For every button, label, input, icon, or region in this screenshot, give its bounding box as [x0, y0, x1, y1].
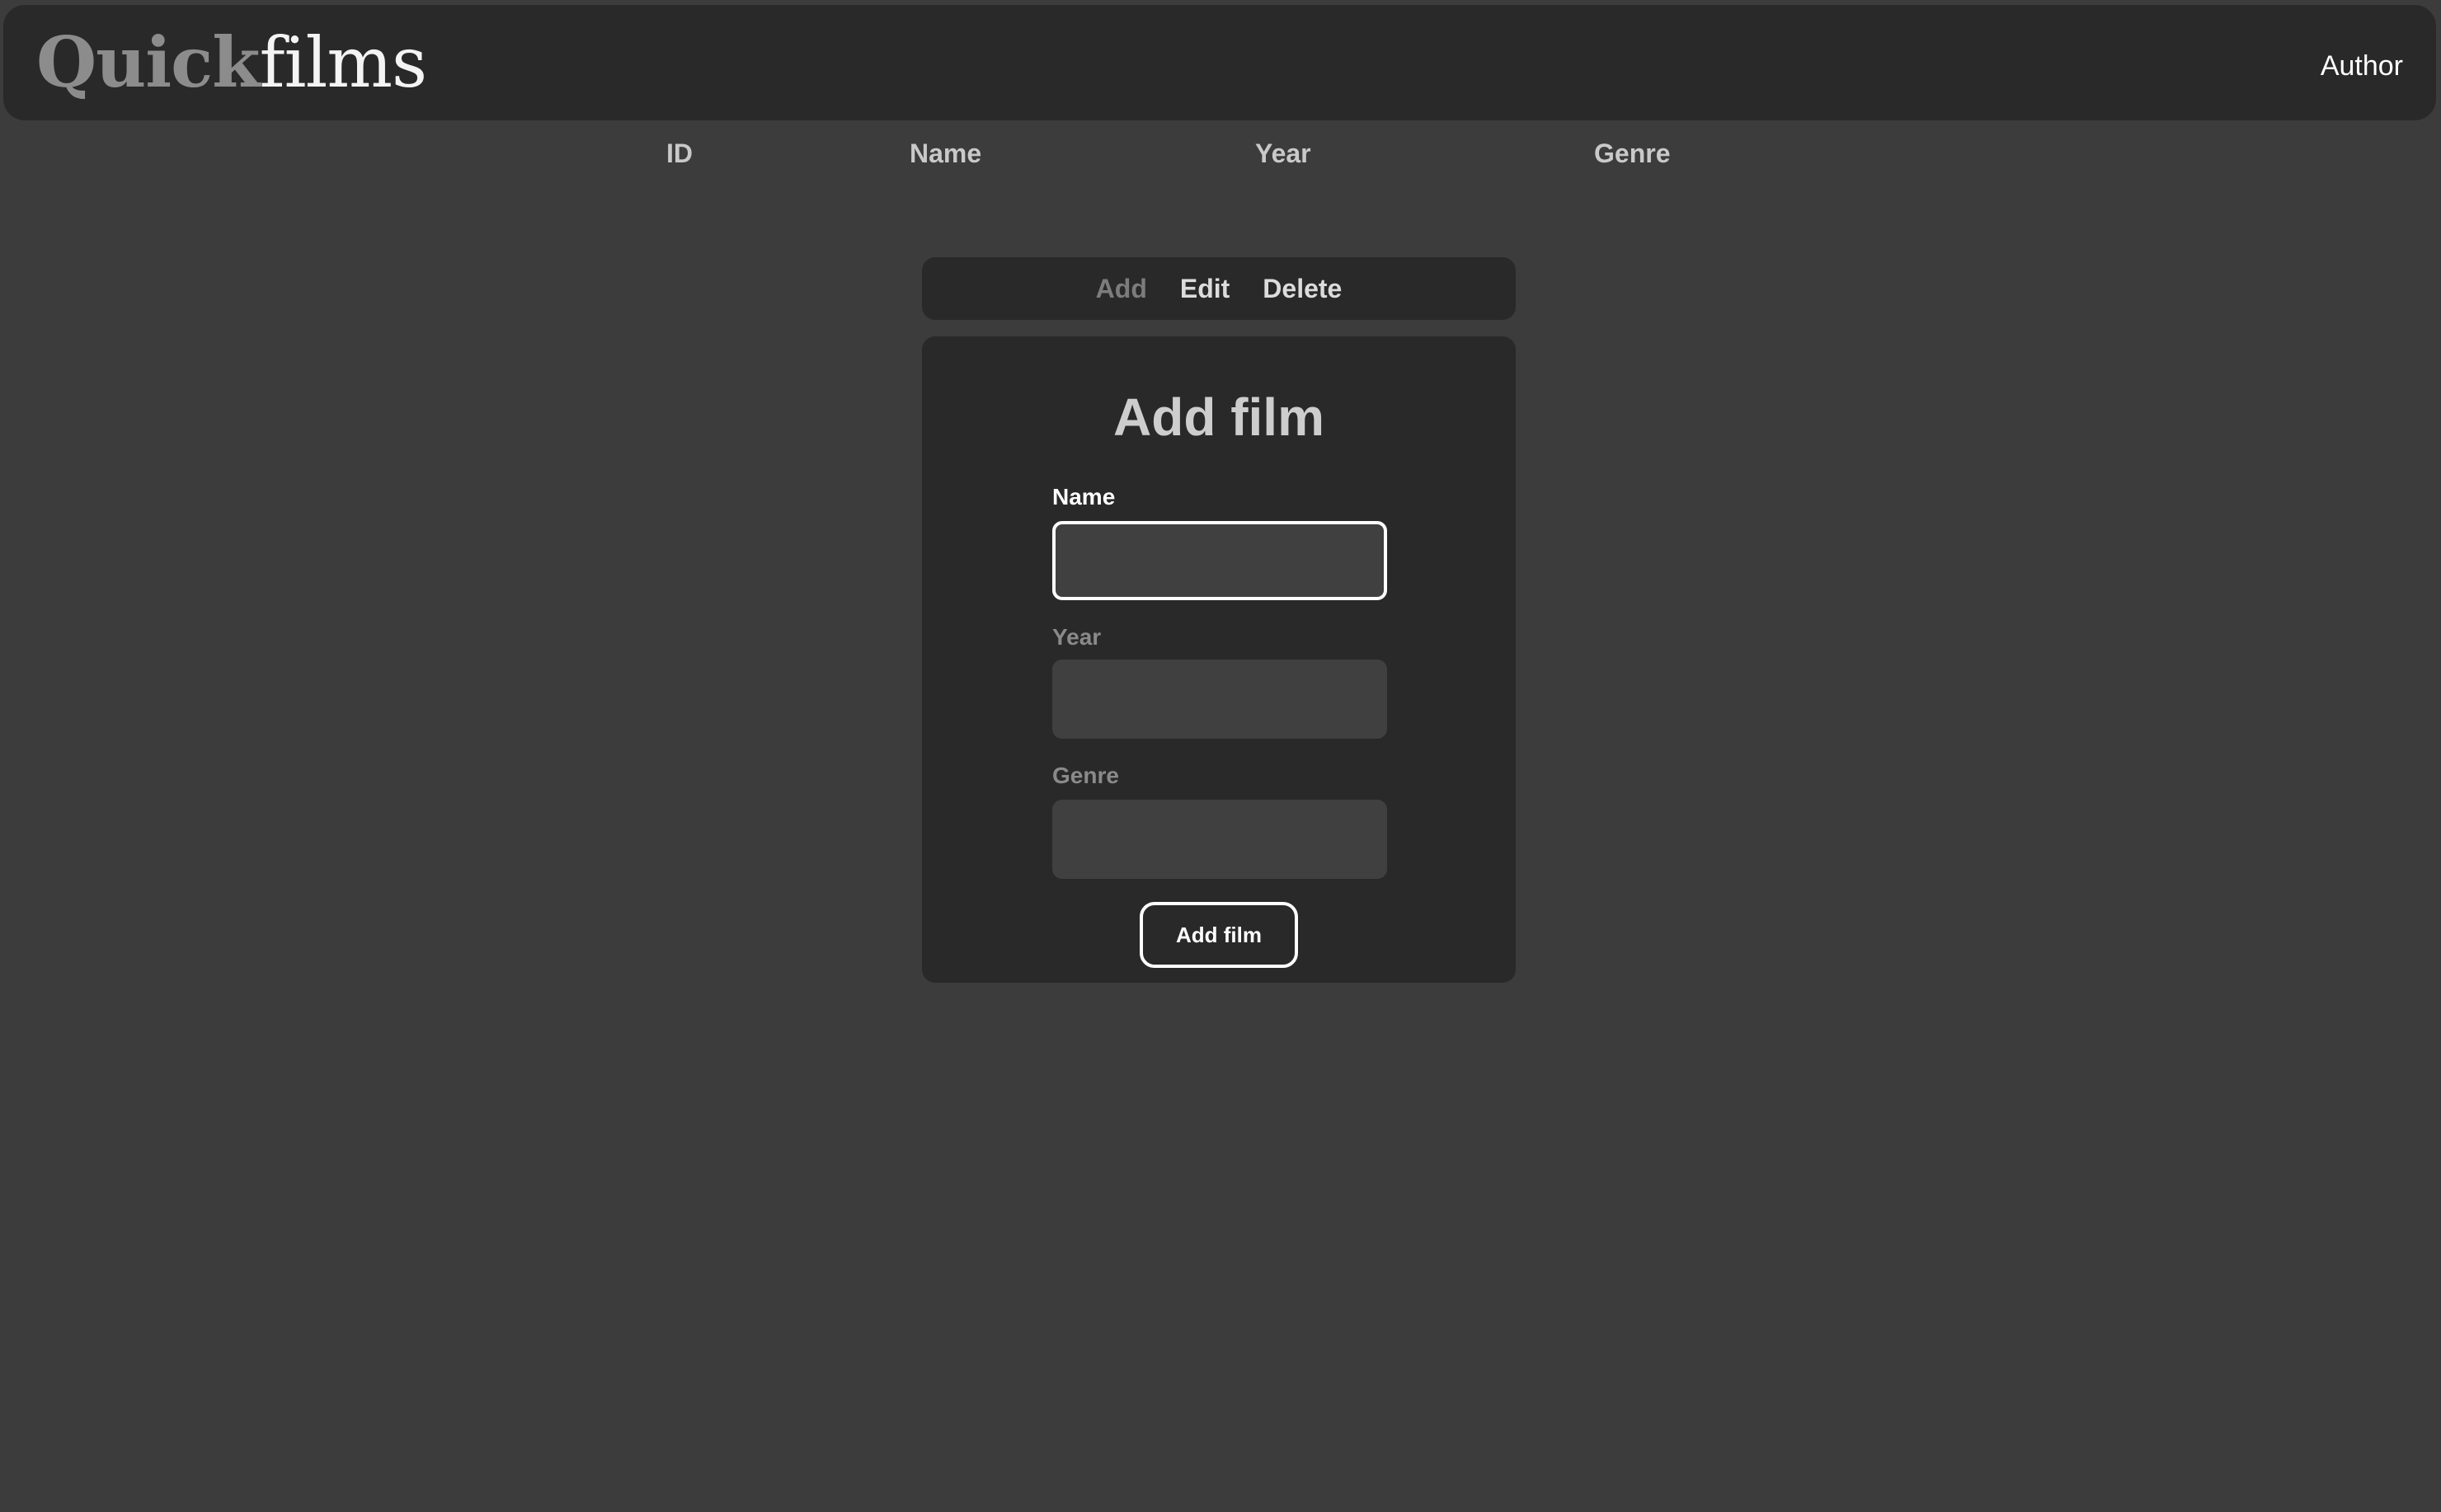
- top-navbar: Quick films Author: [3, 5, 2436, 120]
- tab-edit[interactable]: Edit: [1180, 272, 1230, 305]
- name-input[interactable]: [1052, 521, 1387, 600]
- column-header-id: ID: [666, 139, 693, 168]
- action-tabs: Add Edit Delete: [922, 257, 1516, 320]
- form-title: Add film: [1113, 387, 1324, 447]
- logo-quick-text: Quick: [36, 21, 261, 103]
- add-film-button[interactable]: Add film: [1140, 902, 1298, 968]
- logo-films-text: films: [259, 22, 428, 103]
- year-label: Year: [1052, 624, 1102, 650]
- column-header-name: Name: [910, 139, 982, 168]
- column-header-year: Year: [1255, 139, 1311, 168]
- author-link[interactable]: Author: [2321, 49, 2403, 82]
- year-input[interactable]: [1052, 660, 1387, 739]
- tab-delete[interactable]: Delete: [1263, 272, 1342, 305]
- name-label: Name: [1052, 484, 1116, 509]
- quickfilms-logo[interactable]: Quick films: [36, 21, 428, 103]
- column-header-genre: Genre: [1594, 139, 1671, 168]
- genre-label: Genre: [1052, 763, 1119, 788]
- genre-input[interactable]: [1052, 800, 1387, 879]
- add-film-form: Add film Name Year Genre Add film: [922, 336, 1516, 983]
- tab-add[interactable]: Add: [1096, 272, 1147, 305]
